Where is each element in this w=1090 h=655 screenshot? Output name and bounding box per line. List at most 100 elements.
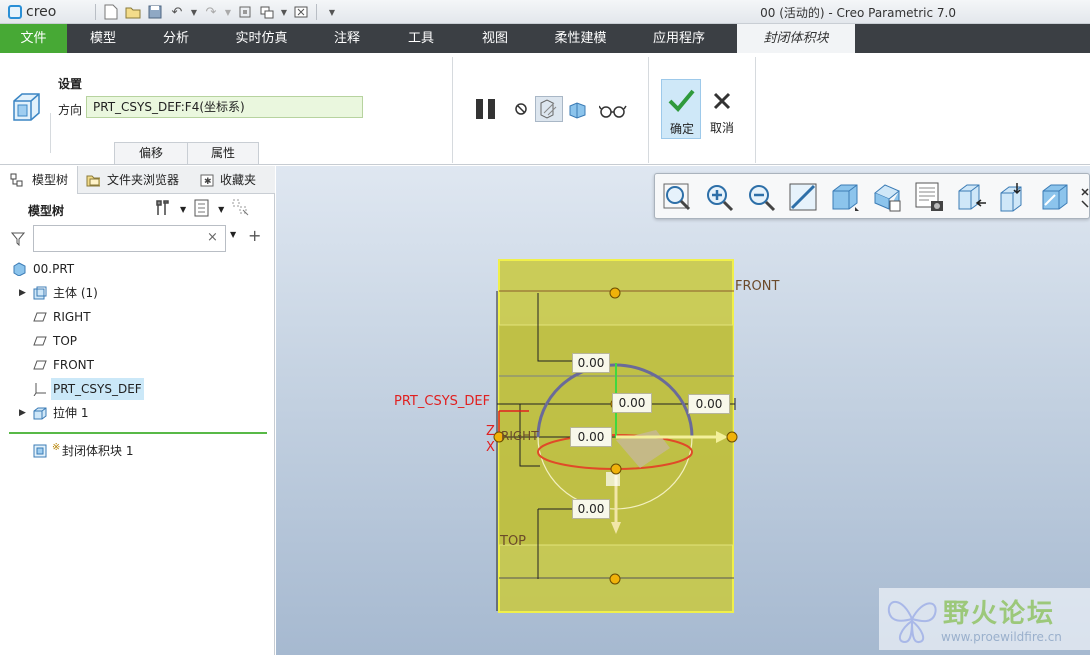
tab-folder-browser[interactable]: 文件夹浏览器 bbox=[80, 166, 188, 194]
windows-dropdown-icon[interactable]: ▼ bbox=[279, 2, 289, 22]
more-tools-icon[interactable] bbox=[1079, 181, 1090, 213]
graphics-viewport[interactable] bbox=[276, 166, 1090, 655]
dimension-value[interactable]: 0.00 bbox=[612, 393, 652, 413]
front-plane-label[interactable]: FRONT bbox=[735, 279, 779, 294]
tab-offset[interactable]: 偏移 bbox=[114, 142, 188, 164]
windows-icon[interactable] bbox=[257, 2, 277, 22]
dimension-value[interactable]: 0.00 bbox=[572, 353, 610, 373]
tree-settings-icon[interactable] bbox=[154, 199, 172, 220]
tree-item-right-plane[interactable]: RIGHT bbox=[0, 306, 275, 328]
creo-logo-text: creo bbox=[26, 4, 57, 20]
tree-item-label: RIGHT bbox=[53, 310, 91, 324]
filter-icon[interactable] bbox=[10, 232, 26, 249]
show-dropdown-icon[interactable]: ▼ bbox=[218, 205, 224, 214]
menu-analysis[interactable]: 分析 bbox=[139, 24, 213, 53]
tree-item-label: FRONT bbox=[53, 358, 94, 372]
expand-arrow-icon[interactable]: ▶ bbox=[19, 402, 26, 424]
no-preview-icon[interactable] bbox=[514, 102, 528, 119]
display-style-icon[interactable] bbox=[829, 181, 861, 213]
close-window-icon[interactable] bbox=[291, 2, 311, 22]
menu-file[interactable]: 文件 bbox=[0, 24, 67, 53]
title-bar: creo ↶ ▼ ↷ ▼ ▼ ▼ 00 (活动的) - Creo Paramet… bbox=[0, 0, 1090, 24]
right-plane-label[interactable]: RIGHT bbox=[501, 429, 539, 443]
direction-reference-field[interactable]: PRT_CSYS_DEF:F4(坐标系) bbox=[86, 96, 363, 118]
tree-item-csys[interactable]: PRT_CSYS_DEF bbox=[0, 378, 275, 400]
navigator-panel: 模型树 文件夹浏览器 ✱ 收藏夹 模型树 ▼ ▼ × ▼ + 00.PRT ▶ … bbox=[0, 166, 275, 655]
creo-window: creo ↶ ▼ ↷ ▼ ▼ ▼ 00 (活动的) - Creo Paramet… bbox=[0, 0, 1090, 655]
menu-flexible-modeling[interactable]: 柔性建模 bbox=[532, 24, 629, 53]
view-manager-icon[interactable] bbox=[913, 181, 945, 213]
show-columns-icon[interactable] bbox=[194, 199, 210, 220]
cancel-button[interactable]: 取消 bbox=[705, 79, 739, 139]
tree-item-top-plane[interactable]: TOP bbox=[0, 330, 275, 352]
menu-tools[interactable]: 工具 bbox=[384, 24, 458, 53]
setup-label: 设置 bbox=[58, 77, 83, 91]
csys-label[interactable]: PRT_CSYS_DEF bbox=[394, 394, 490, 409]
menu-annotate[interactable]: 注释 bbox=[310, 24, 384, 53]
pause-icon[interactable] bbox=[474, 97, 498, 124]
open-file-icon[interactable] bbox=[123, 2, 143, 22]
customize-qat-icon[interactable]: ▼ bbox=[322, 2, 342, 22]
dimension-value[interactable]: 0.00 bbox=[688, 394, 730, 414]
coordinate-system-icon bbox=[33, 383, 46, 396]
verify-mode-icon[interactable] bbox=[598, 103, 627, 122]
saved-orientations-icon[interactable] bbox=[871, 181, 903, 213]
search-dropdown-icon[interactable]: ▼ bbox=[230, 230, 236, 239]
clear-search-icon[interactable]: × bbox=[207, 230, 218, 245]
expand-arrow-icon[interactable]: ▶ bbox=[19, 282, 26, 304]
tree-item-body[interactable]: ▶ 主体 (1) bbox=[0, 282, 275, 304]
tree-item-part[interactable]: 00.PRT bbox=[0, 258, 275, 280]
cancel-label: 取消 bbox=[709, 121, 734, 135]
undo-dropdown-icon[interactable]: ▼ bbox=[189, 2, 199, 22]
top-plane-label[interactable]: TOP bbox=[500, 534, 526, 549]
undo-icon[interactable]: ↶ bbox=[167, 2, 187, 22]
dimension-value[interactable]: 0.00 bbox=[570, 427, 612, 447]
zoom-out-icon[interactable] bbox=[745, 181, 777, 213]
plane-display-icon[interactable] bbox=[955, 181, 987, 213]
menu-view[interactable]: 视图 bbox=[458, 24, 532, 53]
tree-item-label: PRT_CSYS_DEF bbox=[51, 378, 144, 400]
tree-item-enclose-volume[interactable]: ※ 封闭体积块 1 bbox=[0, 440, 275, 462]
insert-here-line[interactable] bbox=[9, 432, 267, 434]
tab-model-tree[interactable]: 模型树 bbox=[0, 166, 78, 194]
datum-plane-icon bbox=[33, 312, 47, 322]
z-axis-label: Z bbox=[486, 424, 495, 439]
dynamic-preview-icon[interactable] bbox=[568, 101, 588, 122]
static-preview-icon[interactable] bbox=[535, 96, 563, 122]
menu-applications[interactable]: 应用程序 bbox=[629, 24, 729, 53]
butterfly-logo bbox=[887, 601, 937, 644]
save-icon[interactable] bbox=[145, 2, 165, 22]
tree-filters-icon[interactable] bbox=[232, 199, 250, 220]
refit-icon[interactable] bbox=[661, 181, 693, 213]
tree-item-label: 主体 (1) bbox=[53, 286, 98, 300]
tab-favorites-label: 收藏夹 bbox=[220, 173, 257, 187]
ok-label: 确定 bbox=[669, 122, 694, 136]
zoom-in-icon[interactable] bbox=[703, 181, 735, 213]
axis-display-icon[interactable] bbox=[997, 181, 1029, 213]
ok-button[interactable]: 确定 bbox=[661, 79, 701, 139]
graphics-toolbar bbox=[654, 173, 1090, 219]
watermark-title: 野火论坛 bbox=[943, 599, 1056, 629]
tab-model-tree-label: 模型树 bbox=[32, 173, 69, 187]
new-file-icon[interactable] bbox=[101, 2, 121, 22]
svg-text:✱: ✱ bbox=[204, 177, 212, 187]
creo-logo-icon bbox=[8, 5, 22, 19]
dimension-value[interactable]: 0.00 bbox=[572, 499, 610, 519]
tab-favorites[interactable]: ✱ 收藏夹 bbox=[190, 166, 270, 194]
menu-model[interactable]: 模型 bbox=[67, 24, 139, 53]
tree-search-input[interactable] bbox=[33, 225, 226, 252]
tree-item-extrude[interactable]: ▶ 拉伸 1 bbox=[0, 402, 275, 424]
spin-center-icon[interactable] bbox=[1039, 181, 1071, 213]
redo-dropdown-icon[interactable]: ▼ bbox=[223, 2, 233, 22]
add-item-icon[interactable]: + bbox=[248, 226, 261, 245]
tree-settings-dropdown-icon[interactable]: ▼ bbox=[180, 205, 186, 214]
tab-enclose-volume[interactable]: 封闭体积块 bbox=[737, 24, 855, 53]
regenerate-icon[interactable] bbox=[235, 2, 255, 22]
redo-icon[interactable]: ↷ bbox=[201, 2, 221, 22]
tree-item-front-plane[interactable]: FRONT bbox=[0, 354, 275, 376]
menu-live-simulation[interactable]: 实时仿真 bbox=[213, 24, 310, 53]
part-icon bbox=[13, 262, 26, 276]
tab-properties[interactable]: 属性 bbox=[187, 142, 259, 164]
repaint-icon[interactable] bbox=[787, 181, 819, 213]
watermark-url: www.proewildfire.cn bbox=[941, 630, 1062, 644]
